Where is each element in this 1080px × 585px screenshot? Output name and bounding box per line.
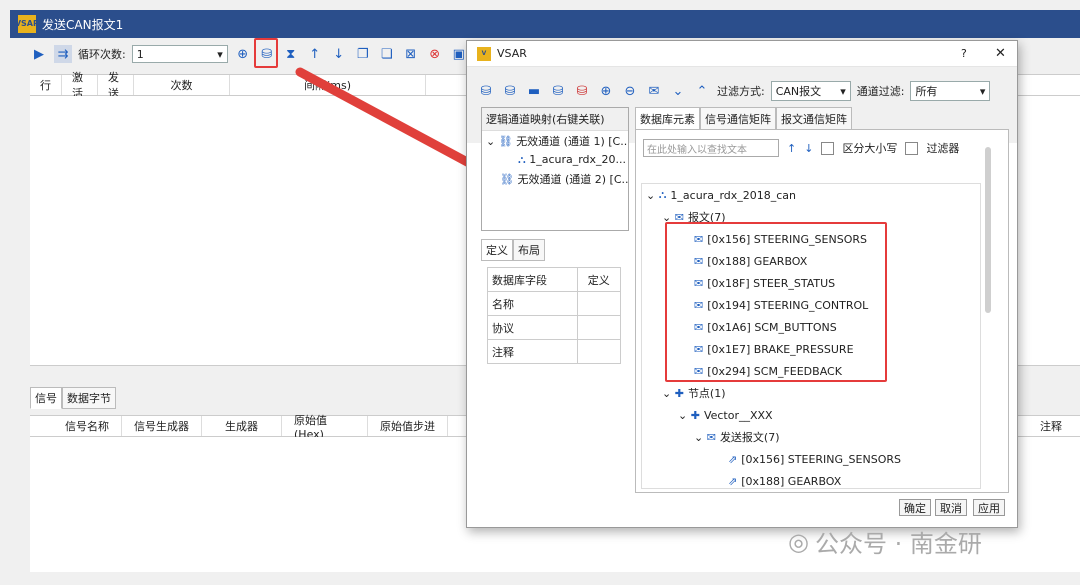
dialog-logo: V [477,46,491,61]
search-input[interactable]: 在此处输入以查找文本 [643,139,779,157]
channel1-label: 无效通道 (通道 1) [C... [516,135,628,148]
ok-button[interactable]: 确定 [899,499,931,516]
channel-icon: ⛓ [500,173,514,186]
channel2-label: 无效通道 (通道 2) [C... [517,173,628,186]
tree-send-message[interactable]: ⇗ [0x156] STEERING_SENSORS [642,448,980,470]
network-icon: ⛬ [658,188,667,201]
tree-item-channel1[interactable]: ⌄ ⛓ 无效通道 (通道 1) [C... [482,131,628,151]
definition-table: 数据库字段 定义 名称 协议 注释 [487,267,622,364]
tab-db-elements[interactable]: 数据库元素 [635,107,700,131]
db-load-icon[interactable]: ⛁ [477,82,495,100]
case-label: 区分大小写 [842,142,898,155]
collapse-all-icon[interactable]: ⌃ [693,82,711,100]
logical-channel-header: 逻辑通道映射(右键关联) [482,108,628,131]
filter-mode-select[interactable]: CAN报文 ▾ [770,81,851,101]
tab-message-matrix[interactable]: 报文通信矩阵 [776,107,852,131]
dialog-title: VSAR [497,47,527,60]
def-row-protocol: 协议 [487,315,578,340]
help-button[interactable]: ? [961,47,967,60]
tree-send-message[interactable]: ⇗ [0x188] GEARBOX [642,470,980,488]
channel-icon: ⛓ [498,135,513,148]
vsar-dialog: V VSAR ? ✕ ⛁ ⛁ ▬ ⛁ ⛁ ⊕ ⊖ ✉ ⌄ ⌃ 过滤方式: CAN… [466,40,1018,528]
def-header-def: 定义 [576,267,622,292]
node-icon: ✚ [674,386,684,400]
db-label: 1_acura_rdx_20... [529,153,627,166]
node-icon: ✚ [690,408,700,422]
chevron-down-icon: ▾ [840,84,846,98]
db-delete-icon[interactable]: ⛁ [573,82,591,100]
node-label: Vector__XXX [703,408,773,422]
definition-tabs: 定义 布局 [481,239,545,261]
channel-filter-value: 所有 [915,85,938,98]
logical-channel-panel: 逻辑通道映射(右键关联) ⌄ ⛓ 无效通道 (通道 1) [C... ⛬ 1_a… [481,107,629,231]
send-group-label: 发送报文(7) [719,431,780,444]
def-header-field: 数据库字段 [487,267,578,292]
def-row-note: 注释 [487,339,578,364]
highlight-box-messages [665,222,887,382]
send-message-label: [0x156] STEERING_SENSORS [741,452,901,466]
def-cell[interactable] [576,339,622,364]
send-icon: ⇗ [728,474,738,488]
expand-all-icon[interactable]: ⌄ [669,82,687,100]
cancel-button[interactable]: 取消 [935,499,967,516]
watermark: ◎ 公众号 · 南金研 [788,524,982,559]
arrow-up-icon[interactable]: ↑ [787,142,796,155]
folder-icon[interactable]: ▬ [525,82,543,100]
filter-mode-value: CAN报文 [775,85,822,98]
tab-definition[interactable]: 定义 [481,239,513,261]
dialog-title-bar: V VSAR ? ✕ [467,41,1017,67]
close-button[interactable]: ✕ [995,46,1006,61]
db-edit-icon[interactable]: ⛁ [501,82,519,100]
send-message-label: [0x188] GEARBOX [741,474,842,488]
zoom-in-icon[interactable]: ⊕ [597,82,615,100]
tree-db-root[interactable]: ⌄ ⛬ 1_acura_rdx_2018_can [642,184,980,206]
envelope-icon: ✉ [706,430,716,444]
def-cell[interactable] [576,315,622,340]
filter-mode-label: 过滤方式: [717,85,765,98]
tree-node[interactable]: ⌄ ✚ Vector__XXX [642,404,980,426]
watermark-text: 公众号 · 南金研 [814,530,982,558]
network-icon: ⛬ [518,153,526,166]
channel-filter-select[interactable]: 所有 ▾ [910,81,991,101]
envelope-icon[interactable]: ✉ [645,82,663,100]
tree-node-group[interactable]: ⌄ ✚ 节点(1) [642,382,980,404]
right-tabs: 数据库元素 信号通信矩阵 报文通信矩阵 [635,107,852,131]
apply-button[interactable]: 应用 [973,499,1005,516]
tab-signal-matrix[interactable]: 信号通信矩阵 [700,107,776,131]
dialog-toolbar: ⛁ ⛁ ▬ ⛁ ⛁ ⊕ ⊖ ✉ ⌄ ⌃ 过滤方式: CAN报文 ▾ 通道过滤: 所… [477,81,991,101]
arrow-down-icon[interactable]: ↓ [804,142,813,155]
wechat-icon: ◎ [788,527,809,556]
node-group-label: 节点(1) [687,387,726,400]
channel-filter-label: 通道过滤: [856,85,905,98]
tree-send-group[interactable]: ⌄ ✉ 发送报文(7) [642,426,980,448]
db-save-icon[interactable]: ⛁ [549,82,567,100]
send-icon: ⇗ [728,452,738,466]
tab-layout[interactable]: 布局 [513,239,545,261]
db-root-label: 1_acura_rdx_2018_can [670,188,797,202]
filter-checkbox-label: 过滤器 [926,142,960,155]
zoom-out-icon[interactable]: ⊖ [621,82,639,100]
tree-item-channel2[interactable]: ⛓ 无效通道 (通道 2) [C... [482,169,628,189]
chevron-down-icon: ▾ [979,84,986,98]
search-options: ↑ ↓ 区分大小写 过滤器 [787,140,959,156]
def-cell[interactable] [576,291,622,316]
def-row-name: 名称 [487,291,578,316]
case-checkbox[interactable] [821,141,835,155]
tree-item-db[interactable]: ⛬ 1_acura_rdx_20... [482,151,628,169]
filter-checkbox[interactable] [905,141,919,155]
tree-scrollbar[interactable] [985,147,991,313]
